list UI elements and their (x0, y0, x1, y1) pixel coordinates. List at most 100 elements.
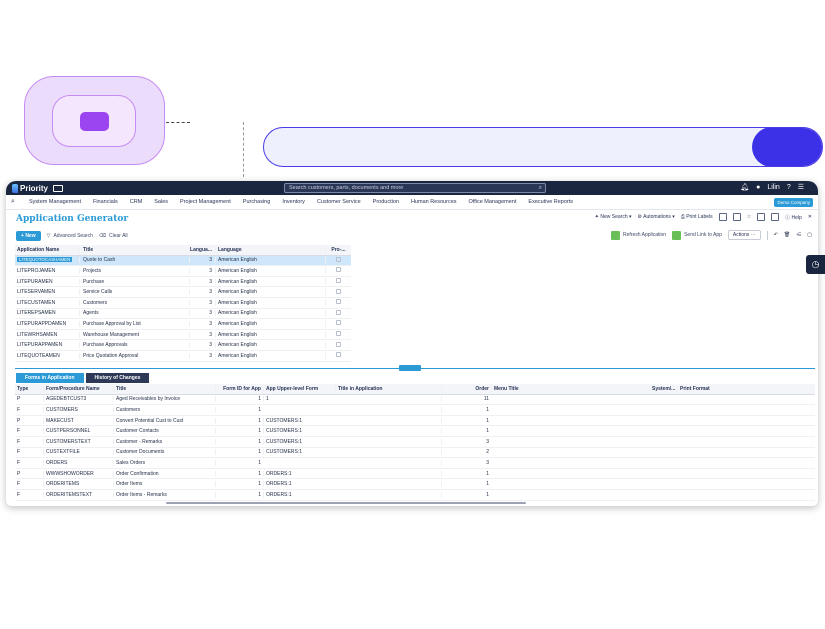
column-header-pro[interactable]: Pro-... (325, 246, 351, 253)
cell-title[interactable]: Convert Potential Cust to Cust (113, 417, 215, 424)
cell-title[interactable]: Purchase (79, 278, 189, 285)
user-avatar-icon[interactable]: ● (756, 184, 760, 191)
cell-language[interactable]: American English (215, 299, 325, 306)
refresh-application-button[interactable]: Refresh Application (611, 230, 666, 240)
user-name[interactable]: Lilin (767, 184, 779, 191)
cell-application-name[interactable]: LITEWRHSAMEN (15, 332, 79, 338)
grid-view-icon[interactable] (732, 213, 741, 221)
table-row[interactable]: LITEPURAPPAMEN Purchase Approvals 3 Amer… (15, 340, 351, 351)
column-header-application-name[interactable]: Application Name (15, 247, 79, 253)
menu-item-production[interactable]: Production (367, 199, 405, 205)
cell-order[interactable]: 3 (441, 459, 491, 466)
cell-title[interactable]: Customer - Remarks (113, 438, 215, 445)
cell-title[interactable]: Service Calls (79, 289, 189, 296)
cell-title[interactable]: Price Quotation Approval (79, 352, 189, 359)
cell-order[interactable]: 2 (441, 449, 491, 456)
menu-item-executive-reports[interactable]: Executive Reports (522, 199, 579, 205)
cell-title[interactable]: Customers (113, 406, 215, 413)
cell-langua[interactable]: 3 (189, 267, 215, 274)
cell-title[interactable]: Order Items (113, 481, 215, 488)
table-row[interactable]: P MAKECUST Convert Potential Cust to Cus… (15, 416, 815, 427)
table-row[interactable]: LITEREPSAMEN Agents 3 American English (15, 309, 351, 320)
cell-title[interactable]: Warehouse Management (79, 331, 189, 338)
cell-application-name[interactable]: LITEPURAMEN (15, 279, 79, 285)
selected-cell-input[interactable]: LITEQUOTOCASHAMEN (17, 257, 73, 263)
cell-pro[interactable] (325, 320, 351, 328)
cell-title[interactable]: Quote to Cash (79, 257, 189, 264)
menu-item-crm[interactable]: CRM (124, 199, 149, 205)
checkbox[interactable] (336, 288, 341, 294)
menu-search-icon[interactable]: ⌕ (11, 198, 23, 206)
star-icon[interactable]: ☆ (747, 214, 751, 220)
table-row[interactable]: LITECUSTAMEN Customers 3 American Englis… (15, 298, 351, 309)
cell-form-id[interactable]: 1 (215, 491, 263, 498)
cell-type[interactable]: F (15, 449, 43, 455)
cell-pro[interactable] (325, 256, 351, 264)
cell-form-id[interactable]: 1 (215, 449, 263, 456)
advanced-search-button[interactable]: ▽ Advanced Search (47, 233, 93, 239)
cell-application-name[interactable]: LITECUSTAMEN (15, 300, 79, 306)
checkbox[interactable] (336, 341, 341, 347)
cell-language[interactable]: American English (215, 352, 325, 359)
cell-pro[interactable] (325, 299, 351, 307)
cell-pro[interactable] (325, 331, 351, 339)
send-link-button[interactable]: Send Link to App (672, 230, 722, 240)
cell-upper-level-form[interactable]: ORDERS:1 (263, 470, 335, 477)
settings-icon[interactable] (757, 213, 766, 221)
cell-type[interactable]: F (15, 428, 43, 434)
cell-pro[interactable] (325, 278, 351, 286)
checkbox[interactable] (336, 352, 341, 358)
column-header-title[interactable]: Title (113, 385, 215, 392)
cell-application-name[interactable]: LITEPURAPPAMEN (15, 342, 79, 348)
cell-upper-level-form[interactable]: 1 (263, 396, 335, 403)
table-row[interactable]: F CUSTEXTFILE Customer Documents 1 CUSTO… (15, 448, 815, 459)
table-row[interactable]: F ORDERITEMSTEXT Order Items - Remarks 1… (15, 490, 815, 501)
checkbox[interactable] (336, 278, 341, 284)
print-labels-button[interactable]: ⎙ Print Labels (681, 214, 713, 220)
menu-item-system-management[interactable]: System Management (23, 199, 87, 205)
menu-item-inventory[interactable]: Inventory (276, 199, 311, 205)
global-search-input[interactable]: Search customers, parts, documents and m… (284, 183, 546, 193)
cell-type[interactable]: P (15, 418, 43, 424)
actions-button[interactable]: Actions ⋯ (727, 230, 761, 240)
cell-langua[interactable]: 3 (189, 320, 215, 327)
cell-order[interactable]: 1 (441, 406, 491, 413)
cell-form-id[interactable]: 1 (215, 470, 263, 477)
cell-upper-level-form[interactable]: CUSTOMERS:1 (263, 417, 335, 424)
checkbox[interactable] (336, 320, 341, 326)
checkbox[interactable] (336, 309, 341, 315)
column-header-type[interactable]: Type (15, 386, 43, 392)
cell-title[interactable]: Agents (79, 310, 189, 317)
cell-form-name[interactable]: ORDERITEMS (43, 481, 113, 488)
table-row[interactable]: F CUSTOMERS Customers 1 1 (15, 405, 815, 416)
clear-all-button[interactable]: ⌫ Clear All (99, 233, 128, 239)
splitter-handle[interactable] (399, 365, 421, 371)
clock-icon[interactable]: ◷ (806, 255, 825, 274)
expand-icon[interactable]: ▢ (807, 232, 812, 238)
cell-form-name[interactable]: ORDERITEMSTEXT (43, 491, 113, 498)
cell-form-name[interactable]: AGEDEBTCUST3 (43, 396, 113, 403)
table-row[interactable]: F ORDERITEMS Order Items 1 ORDERS:1 1 (15, 479, 815, 490)
table-row[interactable]: F ORDERS Sales Orders 1 3 (15, 458, 815, 469)
cell-application-name[interactable]: LITEQUOTEAMEN (15, 353, 79, 359)
checkbox[interactable] (336, 256, 341, 262)
automations-button[interactable]: ⚙ Automations ▾ (638, 214, 675, 220)
cell-pro[interactable] (325, 288, 351, 296)
cell-type[interactable]: F (15, 407, 43, 413)
cell-order[interactable]: 11 (441, 396, 491, 403)
cell-order[interactable]: 1 (441, 481, 491, 488)
cell-pro[interactable] (325, 267, 351, 275)
cell-title[interactable]: Order Items - Remarks (113, 491, 215, 498)
table-row[interactable]: LITEPURAPPDAMEN Purchase Approval by Lis… (15, 319, 351, 330)
cell-title[interactable]: Purchase Approval by List (79, 320, 189, 327)
menu-item-customer-service[interactable]: Customer Service (311, 199, 367, 205)
screen-icon[interactable] (53, 184, 64, 192)
cell-title[interactable]: Aged Receivables by Invoice (113, 396, 215, 403)
cell-language[interactable]: American English (215, 331, 325, 338)
cell-langua[interactable]: 3 (189, 299, 215, 306)
table-row[interactable]: P WWWSHOWORDER Order Confirmation 1 ORDE… (15, 469, 815, 480)
cell-form-name[interactable]: CUSTPERSONNEL (43, 428, 113, 435)
table-row[interactable]: LITESERVAMEN Service Calls 3 American En… (15, 287, 351, 298)
tab-forms-in-application[interactable]: Forms in Application (16, 373, 84, 383)
cell-title[interactable]: Sales Orders (113, 459, 215, 466)
